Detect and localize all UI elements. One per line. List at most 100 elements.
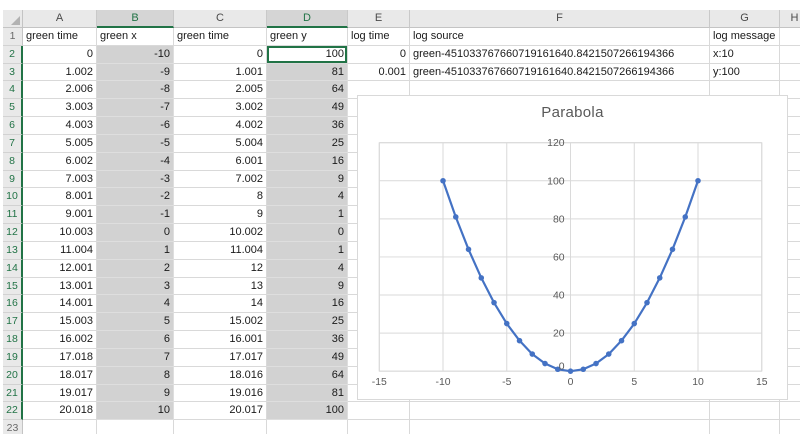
cell-B4[interactable]: -8 bbox=[97, 81, 174, 99]
cell-D4[interactable]: 64 bbox=[267, 81, 348, 99]
cell-C14[interactable]: 12 bbox=[174, 260, 267, 278]
cell-B20[interactable]: 8 bbox=[97, 367, 174, 385]
cell-D20[interactable]: 64 bbox=[267, 367, 348, 385]
cell-A9[interactable]: 7.003 bbox=[23, 171, 97, 189]
cell-A20[interactable]: 18.017 bbox=[23, 367, 97, 385]
cell-D14[interactable]: 4 bbox=[267, 260, 348, 278]
row-header-5[interactable]: 5 bbox=[3, 99, 23, 117]
cell-C8[interactable]: 6.001 bbox=[174, 153, 267, 171]
cell-D3[interactable]: 81 bbox=[267, 64, 348, 82]
cell-C17[interactable]: 15.002 bbox=[174, 313, 267, 331]
row-header-15[interactable]: 15 bbox=[3, 278, 23, 296]
cell-B7[interactable]: -5 bbox=[97, 135, 174, 153]
cell-E2[interactable]: 0 bbox=[348, 46, 410, 64]
col-header-E[interactable]: E bbox=[348, 10, 410, 28]
cell-C4[interactable]: 2.005 bbox=[174, 81, 267, 99]
cell-B16[interactable]: 4 bbox=[97, 295, 174, 313]
row-header-13[interactable]: 13 bbox=[3, 242, 23, 260]
cell-D9[interactable]: 9 bbox=[267, 171, 348, 189]
select-all-corner[interactable] bbox=[3, 10, 23, 28]
cell-F3[interactable]: green-451033767660719161640.842150726619… bbox=[410, 64, 710, 82]
cell-A1[interactable]: green time bbox=[23, 28, 97, 46]
cell-F23[interactable] bbox=[410, 420, 710, 434]
cell-B17[interactable]: 5 bbox=[97, 313, 174, 331]
row-header-7[interactable]: 7 bbox=[3, 135, 23, 153]
cell-H1[interactable] bbox=[780, 28, 800, 46]
cell-E22[interactable] bbox=[348, 402, 410, 420]
cell-E3[interactable]: 0.001 bbox=[348, 64, 410, 82]
cell-D15[interactable]: 9 bbox=[267, 278, 348, 296]
cell-C11[interactable]: 9 bbox=[174, 206, 267, 224]
row-header-20[interactable]: 20 bbox=[3, 367, 23, 385]
cell-C12[interactable]: 10.002 bbox=[174, 224, 267, 242]
cell-B19[interactable]: 7 bbox=[97, 349, 174, 367]
cell-G23[interactable] bbox=[710, 420, 780, 434]
cell-A14[interactable]: 12.001 bbox=[23, 260, 97, 278]
cell-B15[interactable]: 3 bbox=[97, 278, 174, 296]
row-header-17[interactable]: 17 bbox=[3, 313, 23, 331]
cell-C15[interactable]: 13 bbox=[174, 278, 267, 296]
row-header-19[interactable]: 19 bbox=[3, 349, 23, 367]
cell-A2[interactable]: 0 bbox=[23, 46, 97, 64]
row-header-12[interactable]: 12 bbox=[3, 224, 23, 242]
cell-D6[interactable]: 36 bbox=[267, 117, 348, 135]
cell-A10[interactable]: 8.001 bbox=[23, 188, 97, 206]
row-header-3[interactable]: 3 bbox=[3, 64, 23, 82]
cell-D2[interactable]: 100 bbox=[267, 46, 348, 64]
cell-C6[interactable]: 4.002 bbox=[174, 117, 267, 135]
cell-A23[interactable] bbox=[23, 420, 97, 434]
cell-G1[interactable]: log message bbox=[710, 28, 780, 46]
cell-C19[interactable]: 17.017 bbox=[174, 349, 267, 367]
row-header-4[interactable]: 4 bbox=[3, 81, 23, 99]
cell-A21[interactable]: 19.017 bbox=[23, 385, 97, 403]
cell-E1[interactable]: log time bbox=[348, 28, 410, 46]
col-header-C[interactable]: C bbox=[174, 10, 267, 28]
cell-A5[interactable]: 3.003 bbox=[23, 99, 97, 117]
cell-D21[interactable]: 81 bbox=[267, 385, 348, 403]
cell-D22[interactable]: 100 bbox=[267, 402, 348, 420]
cell-C1[interactable]: green time bbox=[174, 28, 267, 46]
cell-A7[interactable]: 5.005 bbox=[23, 135, 97, 153]
cell-B18[interactable]: 6 bbox=[97, 331, 174, 349]
cell-B14[interactable]: 2 bbox=[97, 260, 174, 278]
cell-B23[interactable] bbox=[97, 420, 174, 434]
cell-G22[interactable] bbox=[710, 402, 780, 420]
row-header-11[interactable]: 11 bbox=[3, 206, 23, 224]
cell-B21[interactable]: 9 bbox=[97, 385, 174, 403]
cell-A4[interactable]: 2.006 bbox=[23, 81, 97, 99]
cell-C21[interactable]: 19.016 bbox=[174, 385, 267, 403]
cell-F22[interactable] bbox=[410, 402, 710, 420]
cell-C2[interactable]: 0 bbox=[174, 46, 267, 64]
cell-B5[interactable]: -7 bbox=[97, 99, 174, 117]
cell-A16[interactable]: 14.001 bbox=[23, 295, 97, 313]
cell-D19[interactable]: 49 bbox=[267, 349, 348, 367]
cell-D10[interactable]: 4 bbox=[267, 188, 348, 206]
cell-H3[interactable] bbox=[780, 64, 800, 82]
cell-D13[interactable]: 1 bbox=[267, 242, 348, 260]
cell-D23[interactable] bbox=[267, 420, 348, 434]
cell-B12[interactable]: 0 bbox=[97, 224, 174, 242]
cell-D5[interactable]: 49 bbox=[267, 99, 348, 117]
row-header-14[interactable]: 14 bbox=[3, 260, 23, 278]
cell-B8[interactable]: -4 bbox=[97, 153, 174, 171]
cell-F2[interactable]: green-451033767660719161640.842150726619… bbox=[410, 46, 710, 64]
cell-A22[interactable]: 20.018 bbox=[23, 402, 97, 420]
cell-C16[interactable]: 14 bbox=[174, 295, 267, 313]
cell-B2[interactable]: -10 bbox=[97, 46, 174, 64]
row-header-1[interactable]: 1 bbox=[3, 28, 23, 46]
cell-A11[interactable]: 9.001 bbox=[23, 206, 97, 224]
row-header-18[interactable]: 18 bbox=[3, 331, 23, 349]
row-header-6[interactable]: 6 bbox=[3, 117, 23, 135]
col-header-B[interactable]: B bbox=[97, 10, 174, 28]
cell-D8[interactable]: 16 bbox=[267, 153, 348, 171]
cell-A3[interactable]: 1.002 bbox=[23, 64, 97, 82]
cell-C20[interactable]: 18.016 bbox=[174, 367, 267, 385]
embedded-chart[interactable]: Parabola -15-10-5051015020406080100120 bbox=[357, 95, 788, 400]
cell-D18[interactable]: 36 bbox=[267, 331, 348, 349]
cell-A8[interactable]: 6.002 bbox=[23, 153, 97, 171]
cell-E23[interactable] bbox=[348, 420, 410, 434]
cell-H23[interactable] bbox=[780, 420, 800, 434]
cell-A15[interactable]: 13.001 bbox=[23, 278, 97, 296]
col-header-A[interactable]: A bbox=[23, 10, 97, 28]
cell-B11[interactable]: -1 bbox=[97, 206, 174, 224]
